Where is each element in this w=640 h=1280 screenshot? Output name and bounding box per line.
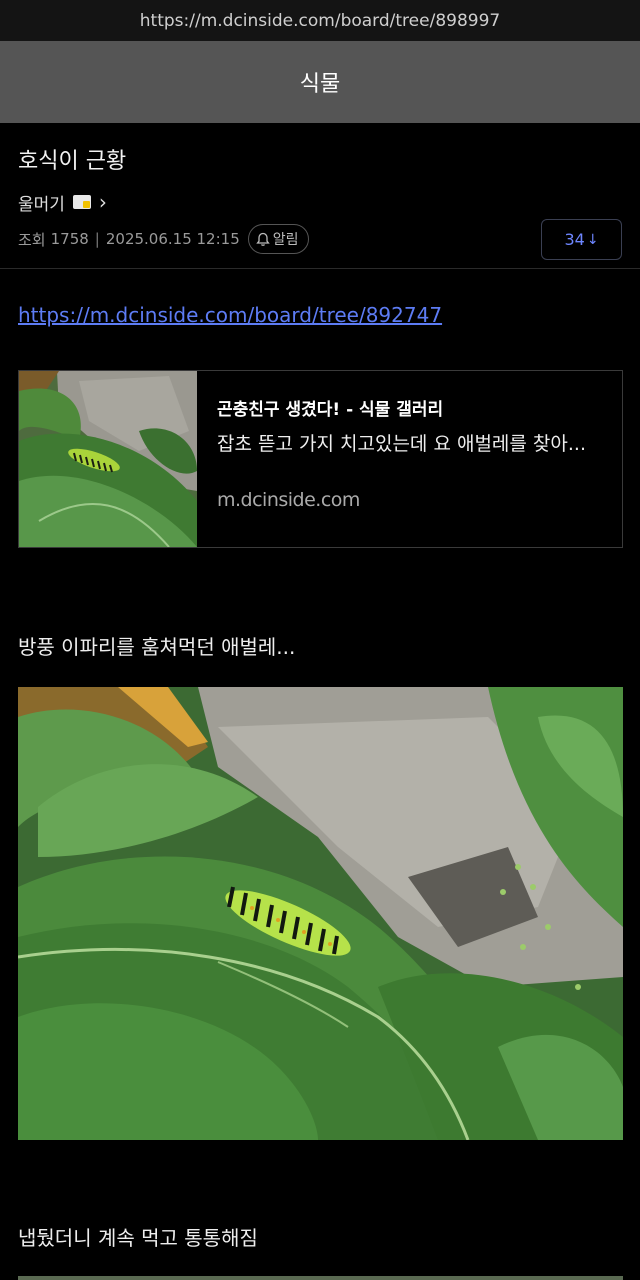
meta-separator: | [94, 230, 100, 248]
chevron-right-icon: › [98, 190, 107, 214]
post-paragraph-2: 냅뒀더니 계속 먹고 통통해짐 [18, 1226, 258, 1250]
link-preview-title: 곤충친구 생겼다! - 식물 갤러리 [217, 400, 444, 420]
author-name: 울머기 [18, 194, 65, 215]
link-preview-description: 잡초 뜯고 가지 치고있는데 요 애벌레를 찾아... [217, 433, 586, 455]
post-image-2[interactable] [18, 1276, 623, 1280]
post-title: 호식이 근황 [18, 149, 127, 174]
bell-icon [256, 232, 270, 246]
comment-count: 34 [564, 230, 585, 249]
post-date: 2025.06.15 12:15 [105, 230, 240, 248]
author-link[interactable]: 울머기 › [18, 189, 107, 215]
views-count: 1758 [50, 230, 89, 248]
arrow-down-icon: ↓ [586, 231, 599, 248]
post-link[interactable]: https://m.dcinside.com/board/tree/892747 [18, 303, 442, 327]
header-divider [0, 268, 640, 269]
post-paragraph: 방풍 이파리를 훔쳐먹던 애벌레... [18, 635, 296, 659]
gallery-header: 식물 [0, 41, 640, 123]
views-label: 조회 [18, 230, 46, 249]
link-preview-card[interactable]: 곤충친구 생겼다! - 식물 갤러리 잡초 뜯고 가지 치고있는데 요 애벌레를… [18, 370, 623, 548]
comment-count-button[interactable]: 34 ↓ [541, 219, 622, 260]
post-meta: 조회 1758 | 2025.06.15 12:15 알림 [18, 224, 309, 254]
url-bar[interactable]: https://m.dcinside.com/board/tree/898997 [0, 0, 640, 41]
alarm-label: 알림 [272, 232, 299, 248]
alarm-button[interactable]: 알림 [247, 224, 309, 254]
gallery-name[interactable]: 식물 [300, 66, 340, 98]
url-text: https://m.dcinside.com/board/tree/898997 [139, 10, 501, 31]
link-preview-thumbnail [19, 371, 197, 547]
gallery-badge-icon [72, 195, 91, 209]
link-preview-domain: m.dcinside.com [217, 489, 360, 511]
post-image[interactable] [18, 687, 623, 1140]
